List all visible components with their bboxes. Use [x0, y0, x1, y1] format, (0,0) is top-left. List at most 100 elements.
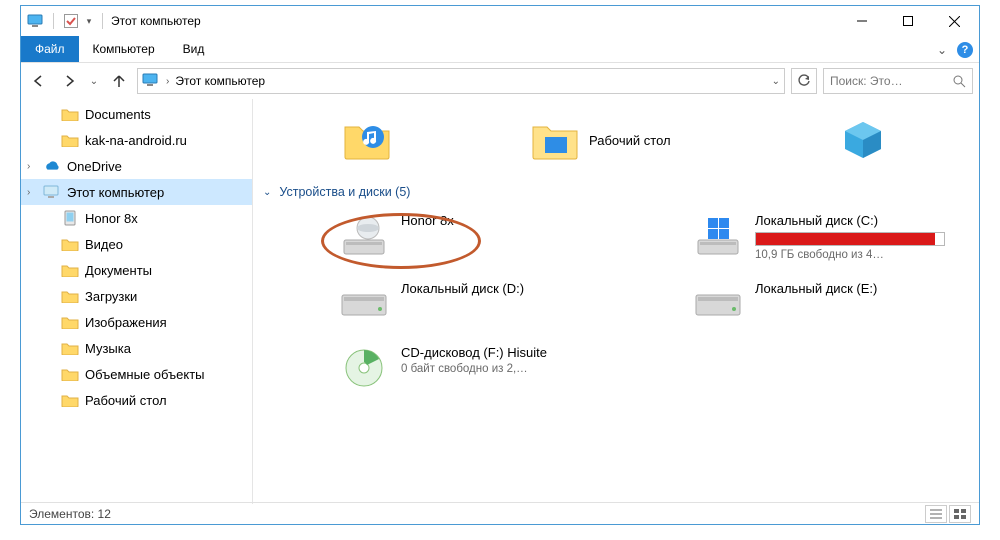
status-bar: Элементов: 12	[21, 502, 979, 524]
sidebar-item-0[interactable]: Documents	[21, 101, 252, 127]
chevron-right-icon[interactable]: ›	[166, 76, 169, 87]
device-name: Локальный диск (D:)	[401, 281, 524, 298]
folder-icon	[61, 106, 79, 122]
tile-label: Рабочий стол	[589, 133, 671, 148]
separator	[53, 13, 54, 29]
sidebar-item-7[interactable]: Загрузки	[21, 283, 252, 309]
search-icon	[953, 75, 966, 88]
nav-bar: ⌄ › Этот компьютер ⌄ Поиск: Это…	[21, 63, 979, 99]
sidebar-item-label: kak-na-android.ru	[85, 133, 187, 148]
checkbox-icon[interactable]	[62, 12, 80, 30]
device-sub: 10,9 ГБ свободно из 4…	[755, 248, 945, 263]
sidebar-item-label: Honor 8x	[85, 211, 138, 226]
address-dropdown-icon[interactable]: ⌄	[772, 76, 780, 87]
device-name: Локальный диск (E:)	[755, 281, 877, 298]
window-title: Этот компьютер	[111, 14, 201, 28]
device-name: Honor 8x	[401, 213, 454, 230]
chevron-down-icon: ⌄	[263, 187, 271, 198]
view-icons-button[interactable]	[949, 505, 971, 523]
close-button[interactable]	[931, 6, 977, 36]
tab-computer[interactable]: Компьютер	[79, 36, 169, 62]
drive-icon	[691, 281, 745, 327]
folder-desktop-icon	[531, 119, 579, 161]
help-icon[interactable]: ?	[957, 42, 973, 58]
sidebar-item-8[interactable]: Изображения	[21, 309, 252, 335]
sidebar-item-label: Музыка	[85, 341, 131, 356]
view-switcher	[925, 505, 971, 523]
sidebar-item-label: Рабочий стол	[85, 393, 167, 408]
sidebar-item-label: Документы	[85, 263, 152, 278]
tile-desktop[interactable]: Рабочий стол	[531, 105, 671, 175]
computer-icon	[43, 184, 61, 200]
breadcrumb-item[interactable]: Этот компьютер	[175, 74, 265, 88]
view-details-button[interactable]	[925, 505, 947, 523]
back-button[interactable]	[27, 69, 51, 93]
sidebar-item-6[interactable]: Документы	[21, 257, 252, 283]
tab-view[interactable]: Вид	[169, 36, 219, 62]
search-input[interactable]: Поиск: Это…	[823, 68, 973, 94]
device-grid: Honor 8x Локальный диск (C:) 10,9 ГБ свобо…	[263, 199, 969, 391]
device-2[interactable]: Локальный диск (D:)	[337, 281, 667, 327]
sidebar-item-label: Объемные объекты	[85, 367, 205, 382]
folder-music-icon	[343, 119, 391, 161]
folder-video-icon	[61, 236, 79, 252]
device-3[interactable]: Локальный диск (E:)	[691, 281, 979, 327]
maximize-button[interactable]	[885, 6, 931, 36]
title-bar: ▾ Этот компьютер	[21, 6, 979, 36]
device-sub: 0 байт свободно из 2,…	[401, 362, 547, 377]
device-name: CD-дисковод (F:) Hisuite	[401, 345, 547, 362]
chevron-right-icon: ›	[27, 187, 37, 198]
explorer-window: ▾ Этот компьютер Файл Компьютер Вид ⌄ ? …	[20, 5, 980, 525]
section-title: Устройства и диски (5)	[279, 185, 410, 199]
section-devices-header[interactable]: ⌄ Устройства и диски (5)	[263, 185, 969, 199]
forward-button[interactable]	[57, 69, 81, 93]
refresh-button[interactable]	[791, 68, 817, 94]
sidebar-item-1[interactable]: kak-na-android.ru	[21, 127, 252, 153]
folder-doc-icon	[61, 262, 79, 278]
sidebar-item-2[interactable]: ›OneDrive	[21, 153, 252, 179]
onedrive-icon	[43, 158, 61, 174]
computer-icon	[142, 73, 160, 89]
recent-dropdown[interactable]: ⌄	[87, 69, 101, 93]
cd-icon	[337, 345, 391, 391]
content-pane: Рабочий стол ⌄ Устройства и диски (5) Ho…	[253, 99, 979, 504]
sidebar-item-label: Этот компьютер	[67, 185, 164, 200]
sidebar-item-11[interactable]: Рабочий стол	[21, 387, 252, 413]
sidebar-item-label: Изображения	[85, 315, 167, 330]
nav-pane: Documentskak-na-android.ru›OneDrive›Этот…	[21, 99, 253, 504]
address-bar[interactable]: › Этот компьютер ⌄	[137, 68, 785, 94]
phone-drive-icon	[337, 213, 391, 259]
folder-3d-icon	[61, 366, 79, 382]
folder-music-icon	[61, 340, 79, 356]
sidebar-item-10[interactable]: Объемные объекты	[21, 361, 252, 387]
cube-icon	[841, 120, 885, 160]
minimize-button[interactable]	[839, 6, 885, 36]
sidebar-item-5[interactable]: Видео	[21, 231, 252, 257]
separator	[102, 13, 103, 29]
window-controls	[839, 6, 977, 36]
sidebar-item-4[interactable]: Honor 8x	[21, 205, 252, 231]
up-button[interactable]	[107, 69, 131, 93]
tile-music[interactable]	[343, 105, 391, 175]
device-0[interactable]: Honor 8x	[337, 213, 667, 263]
dropdown-icon[interactable]: ▾	[84, 12, 94, 30]
device-4[interactable]: CD-дисковод (F:) Hisuite0 байт свободно …	[337, 345, 667, 391]
sidebar-item-3[interactable]: › Этот компьютер	[21, 179, 252, 205]
sidebar-item-label: Загрузки	[85, 289, 137, 304]
expand-ribbon-icon[interactable]: ⌄	[937, 43, 947, 57]
explorer-body: Documentskak-na-android.ru›OneDrive›Этот…	[21, 99, 979, 504]
search-placeholder: Поиск: Это…	[830, 74, 947, 88]
tile-3d[interactable]	[841, 105, 885, 175]
folders-row: Рабочий стол	[263, 105, 969, 175]
drive-icon	[337, 281, 391, 327]
tab-file[interactable]: Файл	[21, 36, 79, 62]
chevron-right-icon: ›	[27, 161, 37, 172]
computer-icon	[27, 12, 45, 30]
phone-icon	[61, 210, 79, 226]
device-1[interactable]: Локальный диск (C:) 10,9 ГБ свободно из 4…	[691, 213, 979, 263]
device-name: Локальный диск (C:)	[755, 213, 945, 230]
sidebar-item-9[interactable]: Музыка	[21, 335, 252, 361]
quick-access-toolbar: ▾	[27, 12, 107, 30]
sidebar-item-label: Видео	[85, 237, 123, 252]
folder-down-icon	[61, 288, 79, 304]
